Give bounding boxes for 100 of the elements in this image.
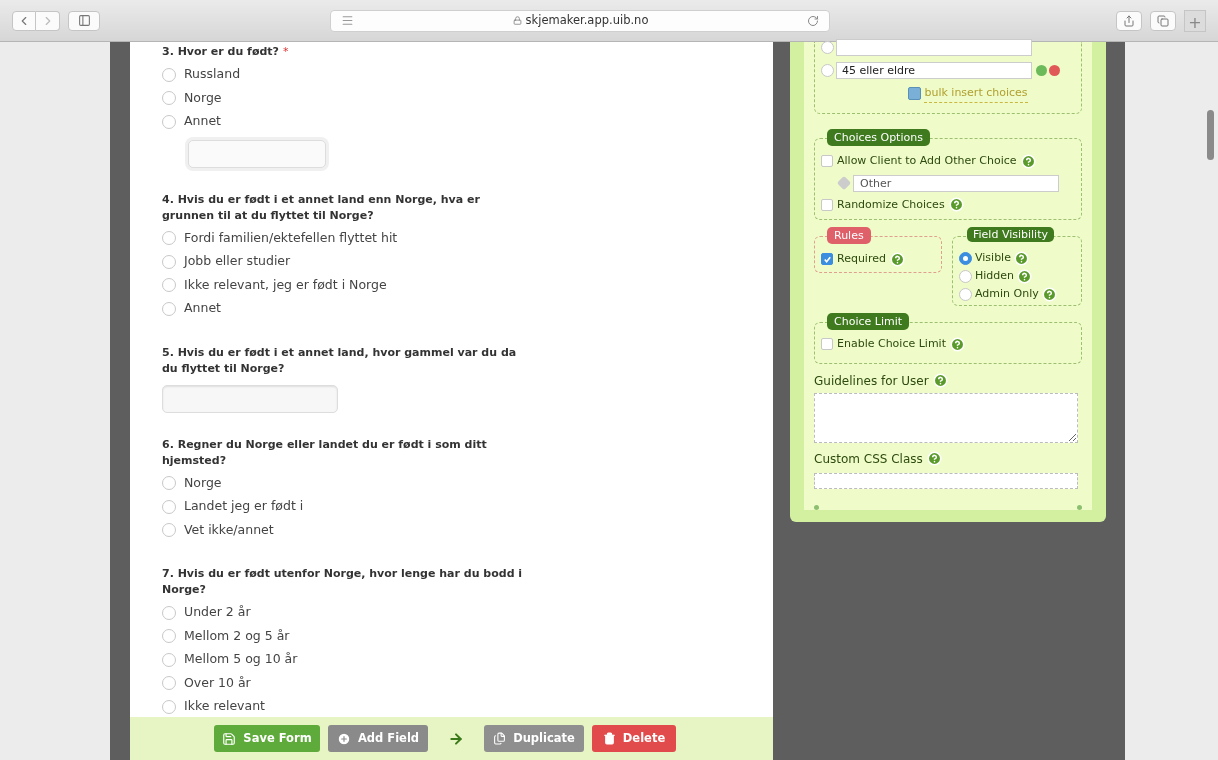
add-button[interactable]: Add Field [328, 725, 428, 752]
other-text-field[interactable] [188, 139, 326, 168]
share-icon [1123, 14, 1135, 27]
help-icon[interactable] [1041, 286, 1057, 302]
resize-handle[interactable] [1077, 505, 1082, 510]
radio-button[interactable] [162, 114, 176, 129]
option-label: Landet jeg er født i [184, 497, 304, 516]
new-tab-button[interactable]: + [1184, 9, 1206, 32]
option-label: Required [837, 251, 886, 267]
radio-button[interactable] [162, 676, 176, 691]
guidelines-field[interactable] [814, 392, 1078, 443]
arrow-icon [448, 730, 464, 747]
option-label: Admin Only [975, 285, 1039, 302]
option-label: Enable Choice Limit [837, 336, 946, 352]
copy-icon [493, 732, 507, 745]
radio-button[interactable] [162, 231, 176, 246]
option-label: Ikke relevant, jeg er født i Norge [184, 275, 387, 294]
radio-button[interactable] [162, 652, 176, 667]
radio-button[interactable] [162, 91, 176, 106]
radio-button[interactable] [959, 251, 972, 265]
share-button[interactable] [1116, 10, 1142, 31]
radio-button[interactable] [162, 629, 176, 644]
question-title: 4. Hvis du er født i et annet land enn Norge, hva er grunnen til at du flyttet til Norge? [162, 191, 481, 224]
url-text: skjemaker.app.uib.no [525, 11, 649, 29]
radio-button[interactable] [959, 269, 972, 283]
back-button[interactable] [12, 10, 36, 31]
radio-button[interactable] [821, 63, 834, 77]
checkbox[interactable] [821, 198, 833, 211]
reload-icon[interactable] [807, 14, 819, 27]
tabs-button[interactable] [1150, 10, 1176, 31]
option-label: Mellom 5 og 10 år [184, 650, 298, 669]
choice-field[interactable]: 45 eller eldre [836, 61, 1032, 79]
question-title: 5. Hvis du er født i et annet land, hvor gammel var du da du flyttet til Norge? [162, 344, 518, 377]
option-label: Allow Client to Add Other Choice [837, 153, 1017, 169]
option-label: Ikke relevant [184, 697, 265, 716]
question-title: 3. Hvor er du født? [162, 44, 279, 60]
question-title: 7. Hvis du er født utenfor Norge, hvor lenge har du bodd i Norge? [162, 566, 524, 598]
reader-icon[interactable] [341, 14, 354, 27]
radio-button[interactable] [162, 499, 176, 514]
sidebar-button[interactable] [68, 10, 100, 31]
radio-button[interactable] [959, 287, 972, 301]
add-choice-icon[interactable] [1036, 64, 1047, 76]
help-icon[interactable] [1020, 153, 1036, 169]
radio-button[interactable] [162, 278, 176, 293]
remove-choice-icon[interactable] [1049, 64, 1060, 76]
scrollbar-thumb[interactable] [1207, 110, 1214, 160]
bulk-insert-link[interactable]: bulk insert choices [924, 85, 1028, 103]
field-label: Custom CSS Class [814, 450, 923, 468]
section-legend: Choices Options [827, 129, 930, 146]
option-label: Over 10 år [184, 673, 251, 692]
sidebar-icon [77, 14, 91, 27]
section-legend: Field Visibility [967, 227, 1054, 242]
question-title: 6. Regner du Norge eller landet du er født i som ditt hjemsted? [162, 436, 488, 469]
lock-icon [512, 16, 522, 25]
css-class-field[interactable] [814, 472, 1078, 489]
help-icon[interactable] [926, 451, 942, 467]
option-label: Randomize Choices [837, 196, 945, 213]
help-icon[interactable] [1017, 268, 1033, 284]
radio-button[interactable] [162, 523, 176, 538]
option-label: Norge [184, 473, 222, 492]
option-label: Visible [975, 249, 1011, 266]
option-label: Hidden [975, 267, 1015, 284]
option-label: Under 2 år [184, 603, 251, 622]
radio-button[interactable] [162, 254, 176, 269]
radio-button[interactable] [162, 699, 176, 714]
option-label: Jobb eller studier [184, 252, 291, 271]
address-bar[interactable]: skjemaker.app.uib.no [330, 9, 830, 32]
trash-icon [602, 732, 616, 745]
option-label: Annet [184, 299, 221, 318]
radio-button[interactable] [162, 605, 176, 620]
help-icon[interactable] [1013, 250, 1029, 266]
forward-button[interactable] [36, 10, 60, 31]
plus-icon [336, 731, 351, 746]
option-label: Russland [184, 65, 241, 84]
required-mark: * [282, 44, 289, 60]
section-legend: Choice Limit [827, 313, 910, 330]
section-legend: Rules [827, 227, 871, 244]
other-label-field[interactable]: Other [853, 174, 1059, 192]
checkbox[interactable] [821, 155, 833, 168]
help-icon[interactable] [932, 373, 948, 388]
radio-button[interactable] [162, 67, 176, 82]
duplicate-button[interactable]: Duplicate [484, 725, 584, 752]
help-icon[interactable] [948, 197, 964, 213]
resize-handle[interactable] [814, 505, 819, 510]
checkbox[interactable] [821, 338, 833, 351]
option-label: Mellom 2 og 5 år [184, 626, 290, 645]
radio-button[interactable] [162, 476, 176, 491]
help-icon[interactable] [889, 251, 905, 267]
text-field[interactable] [162, 384, 338, 413]
radio-button[interactable] [162, 301, 176, 316]
save-button[interactable]: Save Form [214, 725, 320, 752]
help-icon[interactable] [950, 336, 965, 352]
option-label: Norge [184, 88, 222, 107]
delete-button[interactable]: Delete [592, 725, 676, 752]
tabs-icon [1157, 14, 1169, 27]
option-label: Vet ikke/annet [184, 520, 274, 539]
option-label: Annet [184, 112, 221, 131]
option-label: Fordi familien/ektefellen flyttet hit [184, 228, 398, 247]
checkbox[interactable] [821, 253, 833, 266]
field-label: Guidelines for User [814, 372, 929, 390]
